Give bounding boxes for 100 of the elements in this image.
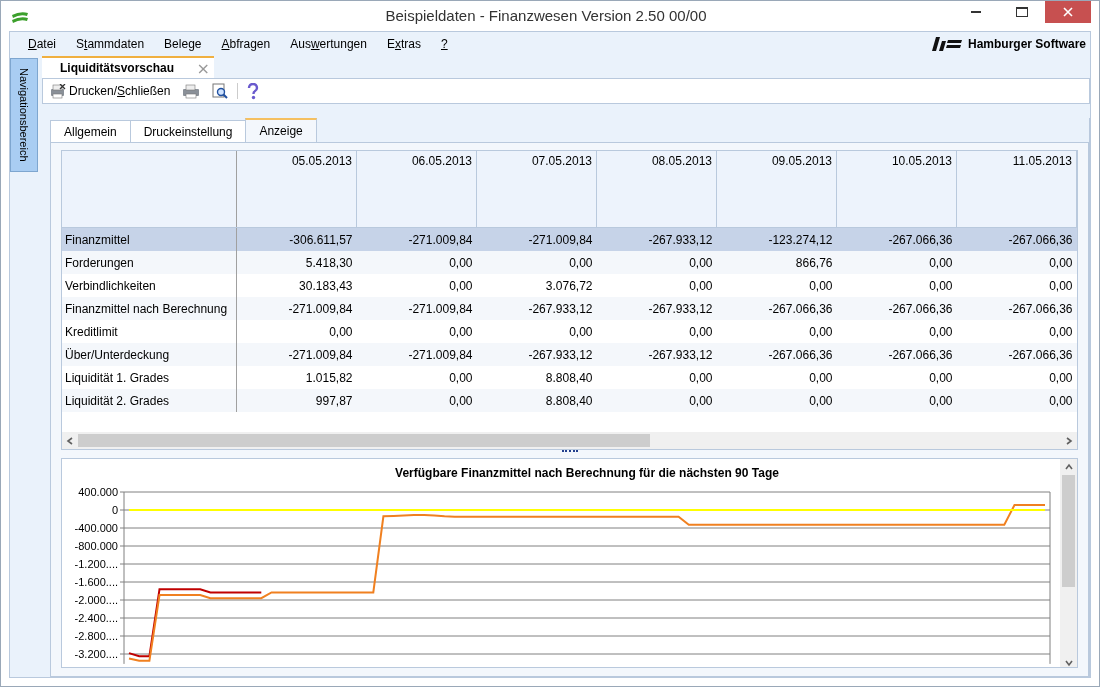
axis-label: -2.400.... (74, 612, 118, 624)
row-label[interactable]: Finanzmittel (62, 227, 237, 251)
menu-item[interactable]: ? (431, 37, 458, 51)
table-cell: 0,00 (836, 366, 957, 389)
vertical-scrollbar[interactable] (1060, 459, 1077, 667)
table-cell: -267.066,36 (956, 227, 1077, 251)
table-cell: 0,00 (956, 274, 1077, 297)
tab[interactable]: Druckeinstellung (129, 120, 247, 142)
table-cell: 0,00 (836, 320, 957, 343)
table-cell: 0,00 (356, 389, 477, 412)
menu-item[interactable]: Abfragen (211, 37, 281, 51)
table-cell: -271.009,84 (356, 343, 477, 366)
row-label[interactable]: Über/Unterdeckung (62, 343, 237, 366)
table-cell: -271.009,84 (236, 343, 357, 366)
axis-label: -1.200.... (74, 558, 118, 570)
table-cell: 0,00 (596, 366, 717, 389)
horizontal-scrollbar[interactable] (62, 432, 1077, 449)
table-cell: 0,00 (836, 274, 957, 297)
column-header: 07.05.2013 (476, 151, 597, 228)
tab[interactable]: Allgemein (50, 120, 131, 142)
scroll-up-icon[interactable] (1064, 463, 1073, 471)
window-title: Beispieldaten - Finanzwesen Version 2.50 00/00 (384, 7, 708, 24)
table-cell: -271.009,84 (236, 297, 357, 320)
printer-icon (49, 83, 66, 99)
table-cell: 0,00 (236, 320, 357, 343)
table-cell: -271.009,84 (476, 227, 597, 251)
axis-label: 400.000 (78, 486, 118, 498)
column-header: 06.05.2013 (356, 151, 477, 228)
app-logo-icon (11, 11, 29, 23)
row-label[interactable]: Verbindlichkeiten (62, 274, 237, 297)
menu-item[interactable]: Extras (376, 37, 431, 51)
table-cell: 0,00 (956, 320, 1077, 343)
table-cell: 3.076,72 (476, 274, 597, 297)
table-cell: 0,00 (596, 320, 717, 343)
axis-label: -400.000 (74, 522, 118, 534)
table-cell: 0,00 (956, 366, 1077, 389)
table-cell: -123.274,12 (716, 227, 837, 251)
table-cell: -267.066,36 (836, 227, 957, 251)
table-cell: 0,00 (716, 389, 837, 412)
table-cell: -267.066,36 (716, 343, 837, 366)
table-cell: 0,00 (716, 274, 837, 297)
table-cell: -267.933,12 (476, 343, 597, 366)
column-header: 05.05.2013 (236, 151, 357, 228)
brand-name: Hamburger Software (967, 37, 1086, 51)
table-cell: -267.933,12 (596, 227, 717, 251)
table-cell: 0,00 (716, 320, 837, 343)
minimize-icon (971, 11, 981, 13)
document-tab[interactable]: Liquiditätsvorschau × (42, 56, 214, 78)
brand-logo-icon (931, 37, 962, 51)
row-label[interactable]: Forderungen (62, 251, 237, 274)
print-close-button[interactable]: Drucken/Schließen (46, 82, 174, 100)
table-cell: -271.009,84 (356, 297, 477, 320)
navigation-tab[interactable]: Navigationsbereich (10, 58, 38, 172)
table-cell: 0,00 (596, 251, 717, 274)
close-icon (1063, 7, 1073, 17)
table-cell: 866,76 (716, 251, 837, 274)
table-cell: 0,00 (476, 320, 597, 343)
menu-item[interactable]: Belege (154, 37, 212, 51)
table-cell: 0,00 (836, 251, 957, 274)
table-cell: -267.066,36 (716, 297, 837, 320)
row-label[interactable]: Finanzmittel nach Berechnung (62, 297, 237, 320)
chart-title: Verfügbare Finanzmittel nach Berechnung für die nächsten 90 Tage (395, 466, 779, 480)
row-label[interactable]: Liquidität 2. Grades (62, 389, 237, 412)
table-cell: -267.066,36 (956, 297, 1077, 320)
axis-label: -2.800.... (74, 630, 118, 642)
table-cell: 0,00 (596, 389, 717, 412)
table-cell: 30.183,43 (236, 274, 357, 297)
table-cell: 0,00 (356, 366, 477, 389)
table-cell: 0,00 (356, 274, 477, 297)
scroll-down-icon[interactable] (1064, 659, 1073, 667)
menu-item[interactable]: Datei (18, 37, 67, 51)
maximize-icon (1016, 7, 1028, 17)
table-cell: 0,00 (476, 251, 597, 274)
table-cell: 0,00 (956, 389, 1077, 412)
axis-label: -800.000 (74, 540, 118, 552)
table-cell: 0,00 (356, 251, 477, 274)
menu-item[interactable]: Auswertungen (280, 37, 377, 51)
table-cell: 0,00 (956, 251, 1077, 274)
scroll-right-icon[interactable] (1065, 436, 1073, 445)
table-cell: 0,00 (356, 320, 477, 343)
menu-item[interactable]: Stammdaten (66, 37, 155, 51)
tab[interactable]: Anzeige (245, 118, 317, 142)
table-cell: -267.066,36 (836, 343, 957, 366)
document-tab-label: Liquiditätsvorschau (60, 61, 175, 75)
table-cell: -267.933,12 (596, 297, 717, 320)
table-cell: -267.066,36 (836, 297, 957, 320)
table-cell: -267.933,12 (476, 297, 597, 320)
row-label[interactable]: Liquidität 1. Grades (62, 366, 237, 389)
row-label[interactable]: Kreditlimit (62, 320, 237, 343)
column-header: 11.05.2013 (956, 151, 1077, 228)
table-cell: 0,00 (716, 366, 837, 389)
table-cell: 5.418,30 (236, 251, 357, 274)
splitter-handle[interactable] (561, 450, 578, 455)
table-cell: -267.933,12 (596, 343, 717, 366)
scroll-left-icon[interactable] (66, 436, 74, 445)
table-cell: 0,00 (836, 389, 957, 412)
column-header: 08.05.2013 (596, 151, 717, 228)
table-cell: 1.015,82 (236, 366, 357, 389)
table-cell: 8.808,40 (476, 389, 597, 412)
column-header: 10.05.2013 (836, 151, 957, 228)
